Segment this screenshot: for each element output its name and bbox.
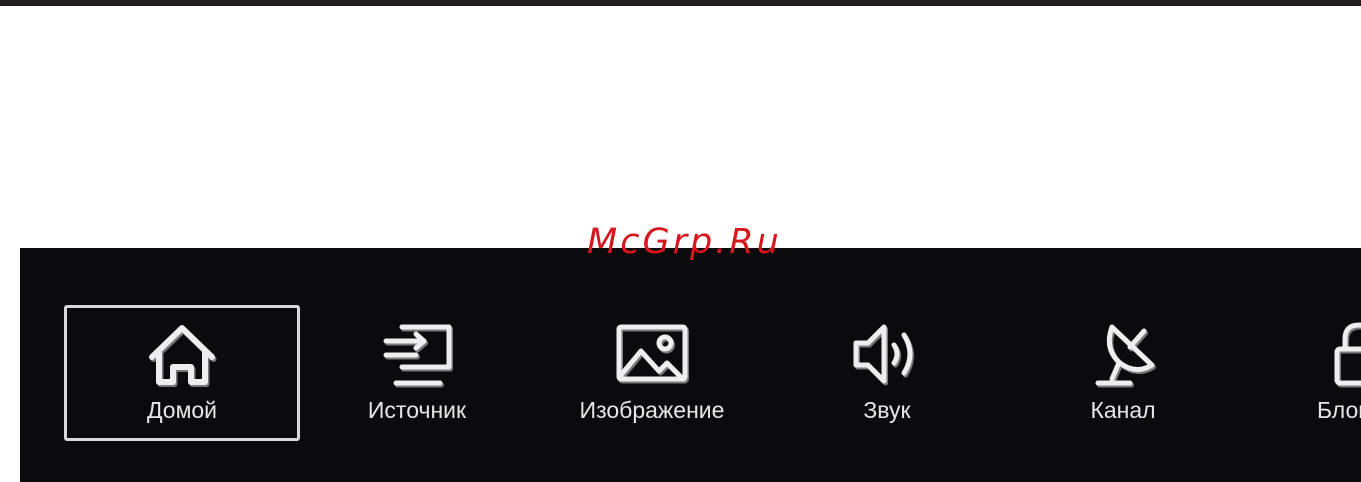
input-source-icon (372, 319, 462, 389)
menu-item-label: Звук (863, 397, 911, 423)
menu-item-label: Источник (367, 397, 467, 423)
menu-item-home[interactable]: Домой (64, 305, 300, 441)
speaker-icon (842, 319, 932, 389)
menu-item-label: Изображение (579, 397, 725, 423)
tv-main-menu: Домой Источник Изображение Звук Канал Бл… (20, 248, 1361, 482)
satellite-dish-icon (1078, 319, 1168, 389)
picture-icon (607, 319, 697, 389)
menu-item-label: Домой (146, 397, 218, 423)
top-rule (0, 0, 1361, 6)
menu-item-picture[interactable]: Изображение (534, 305, 770, 441)
lock-icon (1313, 319, 1361, 389)
menu-item-lock[interactable]: Блок си (1240, 305, 1361, 441)
menu-item-source[interactable]: Источник (299, 305, 535, 441)
menu-item-sound[interactable]: Звук (769, 305, 1005, 441)
menu-item-label: Блок си (1316, 397, 1361, 423)
menu-item-label: Канал (1090, 397, 1156, 423)
menu-item-channel[interactable]: Канал (1005, 305, 1241, 441)
home-icon (137, 319, 227, 389)
watermark-text: McGrp.Ru (587, 222, 782, 262)
